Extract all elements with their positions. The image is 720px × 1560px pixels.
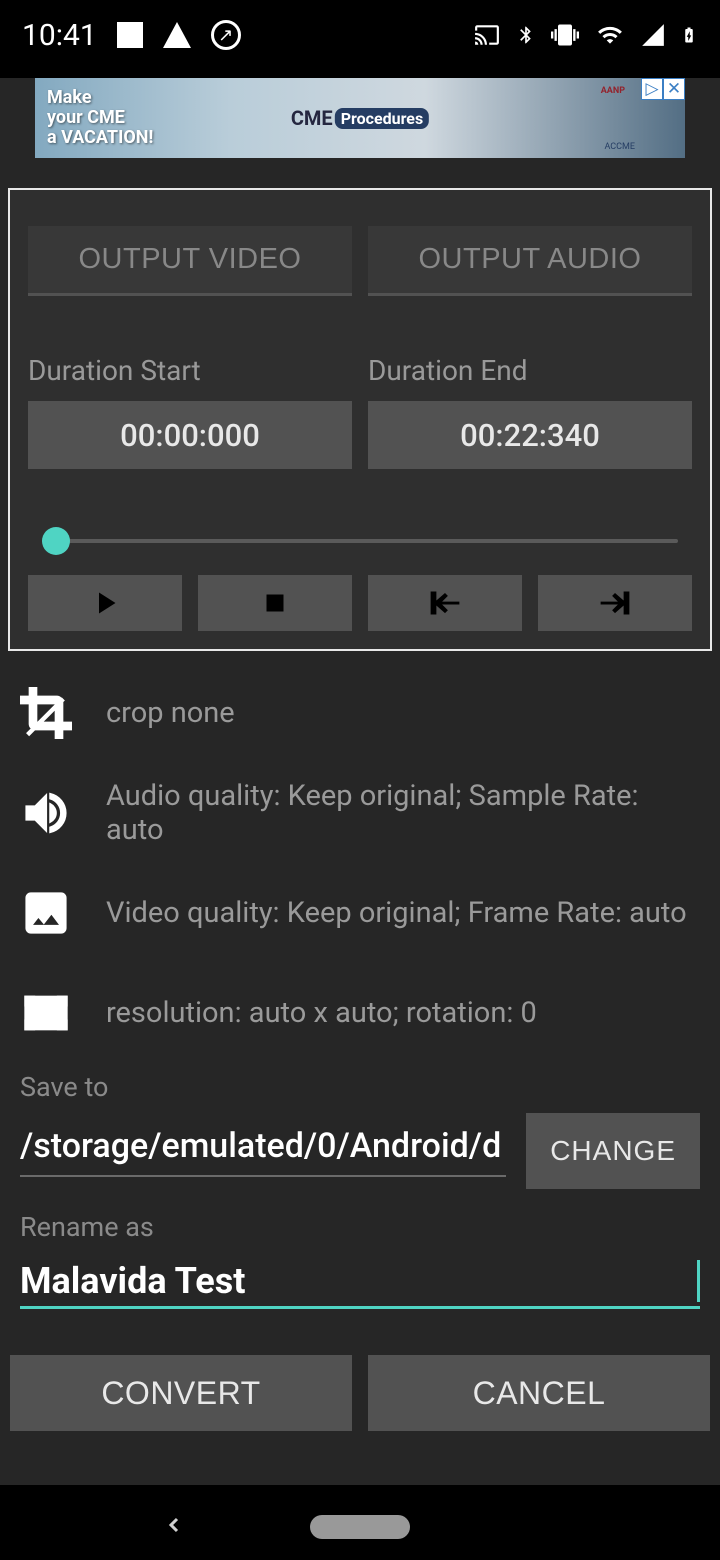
duration-end-label: Duration End <box>368 354 692 387</box>
setting-resolution-text: resolution: auto x auto; rotation: 0 <box>106 996 537 1030</box>
output-panel: OUTPUT VIDEO OUTPUT AUDIO Duration Start… <box>8 188 712 651</box>
notification-app-icon: ↗ <box>211 20 241 50</box>
seek-end-button[interactable] <box>538 575 692 631</box>
wifi-icon <box>594 22 626 48</box>
save-path-field[interactable]: /storage/emulated/0/Android/d <box>20 1125 506 1177</box>
volume-icon <box>20 787 72 839</box>
setting-audio[interactable]: Audio quality: Keep original; Sample Rat… <box>20 763 700 863</box>
convert-button[interactable]: CONVERT <box>10 1355 352 1431</box>
nav-back-button[interactable] <box>162 1510 186 1544</box>
setting-audio-text: Audio quality: Keep original; Sample Rat… <box>106 779 700 847</box>
seek-end-icon <box>592 583 638 623</box>
play-button[interactable] <box>28 575 182 631</box>
seek-start-icon <box>422 583 468 623</box>
bluetooth-icon <box>516 20 536 50</box>
text-cursor <box>697 1260 700 1302</box>
rename-input-text: Malavida Test <box>20 1260 697 1302</box>
image-icon <box>20 887 72 939</box>
android-status-bar: 10:41 ↗ <box>0 0 720 70</box>
setting-video-text: Video quality: Keep original; Frame Rate… <box>106 896 687 930</box>
rename-input[interactable]: Malavida Test <box>20 1253 700 1309</box>
tab-output-video[interactable]: OUTPUT VIDEO <box>28 226 352 296</box>
setting-crop[interactable]: crop none <box>20 663 700 763</box>
setting-resolution[interactable]: resolution: auto x auto; rotation: 0 <box>20 963 700 1063</box>
seek-start-button[interactable] <box>368 575 522 631</box>
duration-start-value[interactable]: 00:00:000 <box>28 401 352 469</box>
stop-button[interactable] <box>198 575 352 631</box>
play-icon <box>87 583 123 623</box>
warning-icon <box>163 22 191 48</box>
duration-start-label: Duration Start <box>28 354 352 387</box>
setting-crop-text: crop none <box>106 696 235 730</box>
ad-badge: AANP <box>601 86 625 96</box>
battery-charging-icon <box>680 20 698 50</box>
setting-video[interactable]: Video quality: Keep original; Frame Rate… <box>20 863 700 963</box>
crop-icon <box>20 687 72 739</box>
status-time: 10:41 <box>22 18 97 53</box>
resolution-icon <box>20 987 72 1039</box>
cast-icon <box>472 22 502 48</box>
vibrate-icon <box>550 21 580 49</box>
slider-thumb[interactable] <box>42 527 70 555</box>
ad-accred: ACCME <box>604 142 635 152</box>
playback-slider[interactable] <box>42 527 678 555</box>
save-to-label: Save to <box>20 1071 700 1103</box>
duration-end-value[interactable]: 00:22:340 <box>368 401 692 469</box>
ad-info-icon[interactable]: ▷ <box>641 78 663 100</box>
tab-output-audio[interactable]: OUTPUT AUDIO <box>368 226 692 296</box>
stop-icon <box>258 586 292 620</box>
nav-home-pill[interactable] <box>310 1515 410 1539</box>
ad-text: Make your CME a VACATION! <box>35 88 153 147</box>
cancel-button[interactable]: CANCEL <box>368 1355 710 1431</box>
ad-close-icon[interactable]: ✕ <box>663 78 685 100</box>
ad-brand: CME Procedures <box>291 106 429 130</box>
rename-label: Rename as <box>20 1211 700 1243</box>
android-nav-bar <box>0 1485 720 1560</box>
change-button[interactable]: CHANGE <box>526 1113 700 1189</box>
notification-icon <box>117 22 143 48</box>
signal-icon <box>640 22 666 48</box>
ad-banner[interactable]: Make your CME a VACATION! CME Procedures… <box>35 78 685 158</box>
